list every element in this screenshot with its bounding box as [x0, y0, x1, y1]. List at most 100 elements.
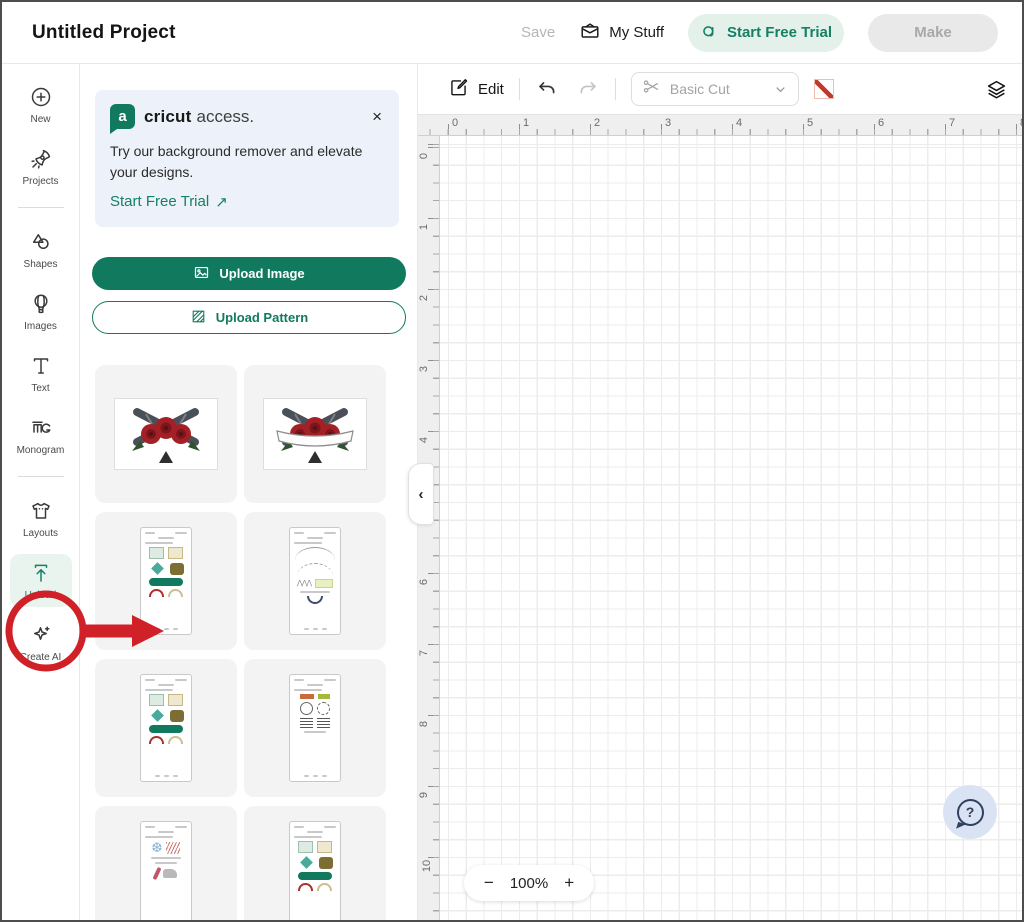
thumbnail-image	[140, 527, 192, 635]
ruler-number: 5	[807, 117, 813, 129]
sidebar-item-label: Shapes	[24, 259, 58, 270]
upload-image-button[interactable]: Upload Image	[92, 257, 406, 290]
ruler-number: 8	[418, 721, 430, 727]
thumbnail-image	[140, 674, 192, 782]
sidebar-item-label: Layouts	[23, 528, 58, 539]
thumbnail-roses-banner[interactable]	[244, 365, 386, 503]
upload-image-label: Upload Image	[219, 266, 304, 281]
cricut-logo-icon	[700, 21, 719, 44]
zoom-control: − 100% +	[464, 865, 594, 901]
sidebar-item-upload[interactable]: Upload	[10, 554, 72, 607]
toolbar-divider	[519, 78, 520, 100]
thumbnail-phone-app[interactable]	[95, 659, 237, 797]
scissors-icon	[642, 77, 661, 101]
start-free-trial-button[interactable]: Start Free Trial	[688, 14, 844, 52]
ruler-number: 6	[418, 579, 430, 585]
tshirt-icon	[29, 499, 53, 523]
upload-pattern-label: Upload Pattern	[216, 310, 308, 325]
sidebar-item-label: Monogram	[17, 445, 65, 456]
edit-button[interactable]: Edit	[448, 77, 504, 102]
color-swatch[interactable]	[814, 79, 834, 99]
undo-button[interactable]	[535, 77, 560, 102]
zoom-out-button[interactable]: −	[484, 873, 494, 893]
sidebar-item-images[interactable]: Images	[10, 285, 72, 338]
thumbnail-phone-map[interactable]: ⋀⋀⋀	[244, 512, 386, 650]
my-stuff-button[interactable]: My Stuff	[579, 20, 664, 46]
ruler-number: 7	[949, 117, 955, 129]
sidebar-item-label: Text	[31, 383, 49, 394]
image-icon	[193, 264, 210, 284]
linetype-value: Basic Cut	[670, 81, 730, 97]
sidebar-item-label: Images	[24, 321, 57, 332]
thumbnail-phone-stickers[interactable]	[244, 659, 386, 797]
canvas-grid[interactable]	[440, 136, 1022, 920]
rail-divider	[18, 207, 64, 208]
sidebar-item-label: New	[30, 114, 50, 125]
zoom-in-button[interactable]: +	[564, 873, 574, 893]
thumbnail-roses[interactable]	[95, 365, 237, 503]
sidebar-item-text[interactable]: Text	[10, 347, 72, 400]
external-link-arrow-icon: ↗	[215, 193, 228, 211]
make-button[interactable]: Make	[868, 14, 998, 52]
sidebar-item-label: Create AI	[20, 652, 62, 663]
redo-button[interactable]	[575, 77, 600, 102]
page-title: Untitled Project	[32, 22, 176, 44]
thumbnail-image	[114, 398, 218, 470]
balloon-icon	[29, 292, 53, 316]
ruler-number: 7	[418, 650, 430, 656]
my-stuff-label: My Stuff	[609, 24, 664, 41]
shapes-icon	[29, 230, 53, 254]
linetype-dropdown[interactable]: Basic Cut	[631, 72, 799, 106]
ruler-number: 0	[452, 117, 458, 129]
ruler-number: 3	[418, 366, 430, 372]
close-icon[interactable]: ×	[370, 108, 384, 125]
rocket-icon	[29, 147, 53, 171]
sidebar-item-projects[interactable]: Projects	[10, 140, 72, 193]
question-bubble-icon: ?	[957, 799, 984, 826]
uploaded-images-grid: ⋀⋀⋀ ❆	[95, 365, 417, 920]
cricut-access-badge-icon: a	[110, 104, 135, 129]
promo-start-free-trial-link[interactable]: Start Free Trial ↗	[110, 193, 228, 211]
text-icon	[29, 354, 53, 378]
thumbnail-image: ⋀⋀⋀	[289, 527, 341, 635]
thumbnail-image	[289, 674, 341, 782]
ruler-number: 2	[418, 295, 430, 301]
thumbnail-image	[263, 398, 367, 470]
promo-link-label: Start Free Trial	[110, 193, 209, 211]
help-button[interactable]: ?	[943, 785, 997, 839]
app-header: Untitled Project Save My Stuff Start Fre…	[2, 2, 1022, 64]
upload-pattern-button[interactable]: Upload Pattern	[92, 301, 406, 334]
ruler-number: 4	[418, 437, 430, 443]
thumbnail-image	[289, 821, 341, 920]
canvas-area: Edit Basic Cut	[418, 64, 1022, 920]
zoom-level: 100%	[510, 875, 548, 892]
start-free-trial-label: Start Free Trial	[727, 24, 832, 41]
panel-collapse-button[interactable]: ‹	[408, 463, 434, 525]
ruler-number: 4	[736, 117, 742, 129]
thumbnail-phone-app[interactable]	[95, 512, 237, 650]
sidebar-item-monogram[interactable]: Monogram	[10, 409, 72, 462]
ruler-number: 8	[1020, 117, 1022, 129]
roses-daggers-artwork	[265, 401, 365, 467]
undo-icon	[537, 79, 558, 100]
chevron-down-icon	[773, 82, 788, 97]
roses-daggers-artwork	[116, 401, 216, 467]
redo-icon	[577, 79, 598, 100]
sidebar-item-new[interactable]: New	[10, 78, 72, 131]
promo-brand-bold: cricut	[144, 107, 192, 127]
horizontal-ruler: 012345678	[418, 114, 1022, 136]
thumbnail-image: ❆	[140, 821, 192, 920]
thumbnail-phone-snowflake[interactable]: ❆	[95, 806, 237, 920]
upload-icon	[29, 561, 53, 585]
save-button[interactable]: Save	[521, 24, 555, 41]
envelope-icon	[579, 20, 601, 46]
sidebar-item-layouts[interactable]: Layouts	[10, 492, 72, 545]
thumbnail-phone-app[interactable]	[244, 806, 386, 920]
ruler-number: 1	[523, 117, 529, 129]
sidebar-item-shapes[interactable]: Shapes	[10, 223, 72, 276]
app-window: Untitled Project Save My Stuff Start Fre…	[0, 0, 1024, 922]
layers-button[interactable]	[985, 78, 1008, 101]
monogram-icon	[29, 416, 53, 440]
plus-circle-icon	[29, 85, 53, 109]
sidebar-item-create-ai[interactable]: Create AI	[10, 616, 72, 669]
